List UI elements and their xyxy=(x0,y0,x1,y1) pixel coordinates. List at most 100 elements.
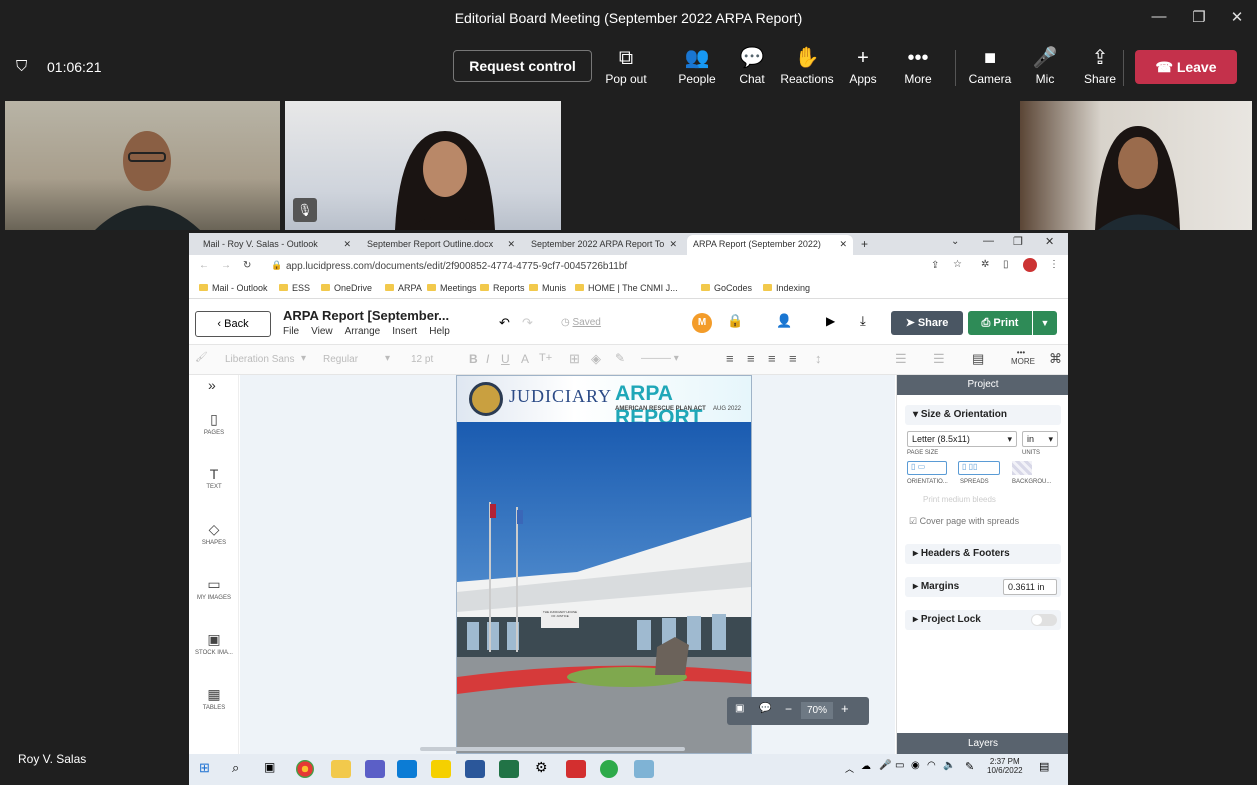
text-effects-icon[interactable]: T+ xyxy=(539,352,552,364)
network-icon[interactable]: ◉ xyxy=(911,760,920,771)
excel-icon[interactable] xyxy=(499,760,519,778)
collaborator-avatar[interactable]: M xyxy=(692,313,712,333)
present-icon[interactable]: ▶ xyxy=(826,314,835,328)
share-button[interactable]: ➤ Share xyxy=(891,311,963,335)
people-button[interactable]: 👥 People xyxy=(669,46,725,86)
reactions-button[interactable]: ✋ Reactions xyxy=(779,46,835,86)
bookmark-item[interactable]: Meetings xyxy=(427,283,477,293)
search-icon[interactable]: ⌕ xyxy=(232,760,239,776)
fill-icon[interactable]: ◈ xyxy=(591,351,601,367)
word-icon[interactable] xyxy=(465,760,485,778)
padlock-icon[interactable]: 🔒 xyxy=(727,313,743,329)
redo-icon[interactable]: ↷ xyxy=(522,315,533,331)
teams-icon[interactable] xyxy=(365,760,385,778)
mic-button[interactable]: 🎤 Mic xyxy=(1017,46,1073,86)
windows-start-icon[interactable]: ⊞ xyxy=(199,760,210,776)
download-icon[interactable]: ⤓ xyxy=(860,313,866,329)
settings-gear-icon[interactable]: ⚙ xyxy=(535,759,548,776)
tray-chevron-icon[interactable]: ︿ xyxy=(845,762,854,775)
numbered-list-icon[interactable]: ☰ xyxy=(933,351,945,367)
chrome-icon[interactable] xyxy=(296,760,314,778)
comment-icon[interactable]: 💬 xyxy=(759,703,771,714)
wifi-icon[interactable]: ◠ xyxy=(927,760,936,771)
more-button[interactable]: ••• MORE xyxy=(1011,348,1035,366)
pop-out-button[interactable]: ⧉ Pop out xyxy=(598,46,654,86)
gift-icon[interactable]: ⌘ xyxy=(1049,351,1062,367)
mic-tray-icon[interactable]: 🎤 xyxy=(879,760,891,771)
messaging-app-icon[interactable] xyxy=(600,760,618,778)
close-icon[interactable]: ✕ xyxy=(1045,235,1054,248)
bookmark-item[interactable]: Reports xyxy=(480,283,525,293)
bookmark-item[interactable]: GoCodes xyxy=(701,283,752,293)
document-canvas[interactable]: JUDICIARY ARPA REPORT AMERICAN RESCUE PL… xyxy=(240,375,895,754)
pen-icon[interactable]: ✎ xyxy=(965,760,974,773)
video-tile-participant-2[interactable]: 🎙 xyxy=(285,101,561,230)
justify-icon[interactable]: ≡ xyxy=(789,351,797,366)
rail-my-images[interactable]: ▭ MY IMAGES xyxy=(189,576,239,601)
leave-button[interactable]: ☎ Leave xyxy=(1135,50,1237,84)
document-title[interactable]: ARPA Report [September... xyxy=(283,308,449,323)
zoom-in-icon[interactable]: + xyxy=(841,701,849,716)
print-options-chevron-icon[interactable]: ▼ xyxy=(1033,311,1057,335)
rail-stock-ima[interactable]: ▣ STOCK IMA... xyxy=(189,631,239,656)
rail-tables[interactable]: ▦ TABLES xyxy=(189,686,239,711)
add-person-icon[interactable]: 👤 xyxy=(776,313,792,329)
tab-search-icon[interactable]: ⌄ xyxy=(951,236,959,247)
task-view-icon[interactable]: ▣ xyxy=(264,760,275,774)
forward-arrow-icon[interactable]: → xyxy=(221,260,231,271)
bookmark-item[interactable]: Mail - Outlook xyxy=(199,283,268,293)
horizontal-scrollbar[interactable] xyxy=(420,747,685,751)
font-weight-select[interactable]: Regular xyxy=(323,354,358,365)
profile-avatar[interactable] xyxy=(1023,258,1037,272)
underline-icon[interactable]: U xyxy=(501,352,510,366)
line-spacing-icon[interactable]: ↕ xyxy=(815,351,822,366)
volume-icon[interactable]: 🔈 xyxy=(943,760,955,771)
format-painter-icon[interactable]: 🖌 xyxy=(195,352,208,363)
restore-icon[interactable]: ❐ xyxy=(1184,8,1214,26)
close-icon[interactable]: ✕ xyxy=(1222,8,1252,26)
apps-button[interactable]: + Apps xyxy=(835,46,891,86)
sticky-notes-icon[interactable] xyxy=(431,760,451,778)
units-select[interactable]: in ▾ xyxy=(1022,431,1058,447)
spreads-toggle[interactable]: ▯ ▯▯ xyxy=(958,461,1000,475)
onedrive-icon[interactable]: ☁ xyxy=(861,761,871,772)
notifications-icon[interactable]: ▤ xyxy=(1039,760,1049,773)
tab-close-icon[interactable]: ✕ xyxy=(343,239,351,250)
background-swatch[interactable] xyxy=(1012,461,1032,475)
video-tile-participant-1[interactable] xyxy=(5,101,280,230)
rail-shapes[interactable]: ◇ SHAPES xyxy=(189,521,239,546)
bookmark-item[interactable]: ARPA xyxy=(385,283,422,293)
browser-tab[interactable]: ARPA Report (September 2022) ✕ xyxy=(687,235,853,255)
font-size-select[interactable]: 12 pt xyxy=(411,354,433,365)
undo-icon[interactable]: ↶ xyxy=(499,315,510,331)
project-lock-toggle[interactable] xyxy=(1031,614,1057,626)
share-button[interactable]: ⇪ Share xyxy=(1072,46,1128,86)
font-family-select[interactable]: Liberation Sans xyxy=(225,354,295,365)
cover-spreads-checkbox[interactable]: ☑ Cover page with spreads xyxy=(909,516,1019,527)
clock[interactable]: 2:37 PM 10/6/2022 xyxy=(987,757,1023,775)
align-right-icon[interactable]: ≡ xyxy=(768,351,776,366)
minimize-icon[interactable]: — xyxy=(1144,8,1174,25)
bookmark-item[interactable]: OneDrive xyxy=(321,283,372,293)
request-control-button[interactable]: Request control xyxy=(453,50,592,82)
expand-panel-icon[interactable]: » xyxy=(208,377,216,393)
page-size-select[interactable]: Letter (8.5x11) ▾ xyxy=(907,431,1017,447)
video-tile-participant-3[interactable] xyxy=(1020,101,1252,230)
restore-icon[interactable]: ❐ xyxy=(1013,235,1023,248)
menu-arrange[interactable]: Arrange xyxy=(345,326,381,337)
file-explorer-icon[interactable] xyxy=(331,760,351,778)
bold-icon[interactable]: B xyxy=(469,352,478,366)
browser-menu-icon[interactable]: ⋮ xyxy=(1049,259,1059,270)
new-tab-icon[interactable]: + xyxy=(861,237,868,251)
display-tray-icon[interactable]: ▭ xyxy=(895,760,904,771)
print-button[interactable]: ⎙ Print xyxy=(968,311,1032,335)
minimize-icon[interactable]: — xyxy=(983,235,994,247)
back-button[interactable]: ‹ Back xyxy=(195,311,271,337)
cover-page[interactable]: JUDICIARY ARPA REPORT AMERICAN RESCUE PL… xyxy=(456,375,752,754)
size-orientation-section[interactable]: ▾ Size & Orientation xyxy=(905,405,1061,425)
zoom-out-icon[interactable]: − xyxy=(785,702,792,716)
share-page-icon[interactable]: ⇪ xyxy=(931,260,939,271)
browser-tab[interactable]: September 2022 ARPA Report To ✕ xyxy=(525,235,683,255)
italic-icon[interactable]: I xyxy=(486,352,489,366)
url-field[interactable]: app.lucidpress.com/documents/edit/2f9008… xyxy=(286,261,627,272)
